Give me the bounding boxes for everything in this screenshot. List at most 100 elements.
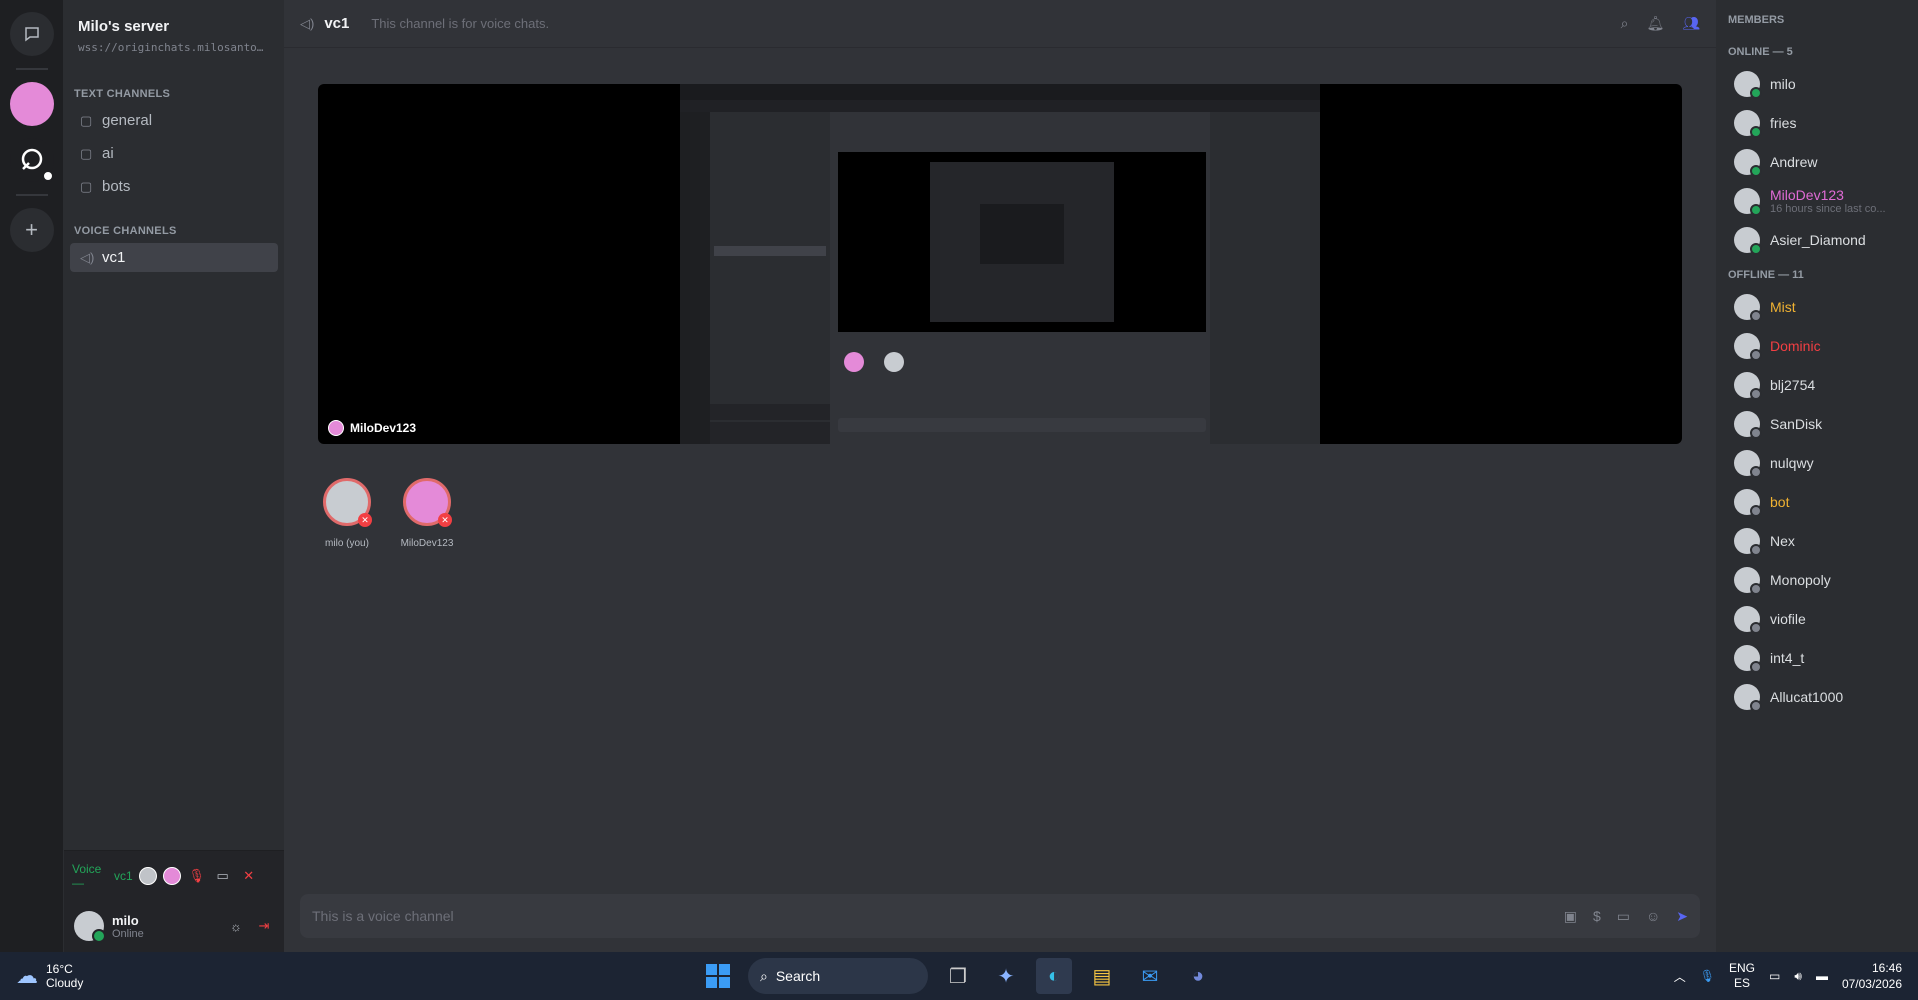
avatar (1734, 371, 1762, 400)
taskbar-apps: ⌕ Search ❐ ✦ ◐ ▤ ✉ ◕ (700, 958, 1216, 994)
muted-icon: ✕ (358, 513, 372, 527)
channel-vc1[interactable]: ◁) vc1 (70, 243, 278, 272)
logout-icon[interactable]: ⇥ (254, 918, 274, 934)
member-item[interactable]: fries (1728, 103, 1908, 142)
settings-icon[interactable]: ☼ (226, 919, 246, 934)
member-item[interactable]: viofile (1728, 599, 1908, 638)
participant-tile[interactable]: ✕ milo (you) (318, 478, 376, 549)
member-name: Andrew (1770, 153, 1818, 170)
add-server-button[interactable]: + (9, 208, 54, 252)
member-item[interactable]: milo (1728, 64, 1908, 103)
member-item[interactable]: Allucat1000 (1728, 677, 1908, 716)
send-icon[interactable]: ➤ (1676, 908, 1688, 925)
member-item[interactable]: MiloDev123 16 hours since last co... (1728, 181, 1908, 220)
avatar (1734, 644, 1762, 673)
volume-icon[interactable]: 🔊︎ (1794, 969, 1802, 984)
member-item[interactable]: bot (1728, 482, 1908, 521)
screen-share-icon[interactable]: ▭ (213, 868, 233, 884)
voice-channels-label: VOICE CHANNELS (74, 225, 177, 237)
taskbar-search[interactable]: ⌕ Search (748, 958, 928, 994)
battery-icon[interactable]: ▬ (1816, 969, 1828, 983)
speaker-icon: ◁) (80, 249, 95, 265)
member-item[interactable]: blj2754 (1728, 365, 1908, 404)
search-icon[interactable]: ⌕ (1621, 15, 1629, 32)
microphone-icon[interactable]: 🎙 (1700, 969, 1715, 983)
member-item[interactable]: SanDisk (1728, 404, 1908, 443)
originchats-logo-icon (21, 148, 42, 170)
avatar (1734, 605, 1762, 634)
member-item[interactable]: nulqwy (1728, 443, 1908, 482)
clock[interactable]: 16:46 07/03/2026 (1842, 960, 1902, 992)
outlook-icon[interactable]: ✉ (1132, 958, 1168, 994)
shared-screen-preview (680, 84, 1320, 444)
chat-icon: ▢ (80, 145, 93, 161)
emoji-icon[interactable]: ☺ (1646, 908, 1660, 925)
member-status-text: 16 hours since last co... (1770, 202, 1886, 215)
offline-members-label: OFFLINE — 11 (1728, 269, 1804, 281)
plus-icon: + (25, 217, 38, 242)
member-name: Monopoly (1770, 571, 1831, 588)
weather-temperature: 16°C (46, 962, 73, 976)
channel-name: vc1 (102, 249, 126, 266)
edge-browser-icon[interactable]: ◐ (1036, 958, 1072, 994)
windows-taskbar: ☁ 16°C Cloudy ⌕ Search ❐ ✦ ◐ ▤ ✉ ◕ ︿ 🎙 E… (0, 952, 1918, 1000)
channel-topbar: ◁) vc1 This channel is for voice chats. … (284, 0, 1716, 48)
streamer-name: MiloDev123 (350, 421, 417, 435)
server-icon-milo[interactable] (9, 82, 54, 126)
channel-bots[interactable]: ▢ bots (70, 172, 278, 201)
channel-general[interactable]: ▢ general (70, 106, 278, 135)
channel-name: ai (102, 145, 114, 162)
language-indicator[interactable]: ENG ES (1729, 961, 1755, 991)
start-button[interactable] (700, 958, 736, 994)
user-name: milo (112, 912, 139, 928)
member-item[interactable]: Andrew (1728, 142, 1908, 181)
image-icon[interactable]: ▣ (1564, 908, 1577, 925)
direct-messages-button[interactable] (9, 12, 54, 56)
members-header: MEMBERS (1728, 14, 1785, 26)
member-name: viofile (1770, 610, 1806, 627)
member-item[interactable]: Dominic (1728, 326, 1908, 365)
member-item[interactable]: int4_t (1728, 638, 1908, 677)
participant-tile[interactable]: ✕ MiloDev123 (398, 478, 456, 549)
search-icon: ⌕ (760, 967, 768, 984)
task-view-icon[interactable]: ❐ (940, 958, 976, 994)
channel-name: general (102, 112, 153, 129)
clock-date: 07/03/2026 (1841, 977, 1902, 991)
server-header[interactable]: Milo's server wss://originchats.milosant… (64, 0, 284, 66)
clock-time: 16:46 (1871, 961, 1902, 975)
avatar (1734, 527, 1762, 556)
server-status-dot (41, 170, 54, 182)
voice-status: Voice — (72, 861, 102, 890)
weather-widget[interactable]: ☁ 16°C Cloudy (0, 962, 83, 990)
gif-icon[interactable]: ▭ (1617, 908, 1630, 925)
microphone-icon[interactable]: 🎙 (187, 868, 207, 884)
avatar (1734, 332, 1762, 361)
screen-share-stream[interactable]: MiloDev123 (318, 84, 1682, 444)
member-item[interactable]: Asier_Diamond (1728, 220, 1908, 259)
speaker-icon: ◁) (300, 15, 315, 31)
chat-icon: ▢ (80, 112, 93, 128)
member-item[interactable]: Nex (1728, 521, 1908, 560)
member-item[interactable]: Monopoly (1728, 560, 1908, 599)
discord-icon[interactable]: ◕ (1180, 958, 1216, 994)
channel-description: This channel is for voice chats. (371, 16, 550, 31)
member-name: SanDisk (1770, 415, 1823, 432)
rail-separator (15, 194, 48, 196)
member-name: bot (1770, 493, 1790, 510)
channel-title: vc1 (324, 15, 350, 32)
avatar[interactable] (74, 911, 106, 943)
members-icon[interactable]: 👥︎ (1682, 15, 1700, 32)
composer-actions: ▣ $ ▭ ☺ ➤ (1564, 908, 1688, 925)
file-explorer-icon[interactable]: ▤ (1084, 958, 1120, 994)
member-item[interactable]: Mist (1728, 287, 1908, 326)
chevron-up-icon[interactable]: ︿ (1674, 968, 1686, 985)
bell-icon[interactable]: 🔔︎ (1646, 15, 1664, 32)
avatar: ✕ (403, 478, 452, 527)
channel-ai[interactable]: ▢ ai (70, 139, 278, 168)
disconnect-icon[interactable]: ✕ (239, 868, 259, 884)
copilot-icon[interactable]: ✦ (988, 958, 1024, 994)
dollar-icon[interactable]: $ (1593, 908, 1601, 925)
server-icon-originchats[interactable] (9, 138, 54, 182)
message-input[interactable] (312, 908, 1564, 924)
network-icon[interactable]: ▭ (1769, 969, 1780, 983)
